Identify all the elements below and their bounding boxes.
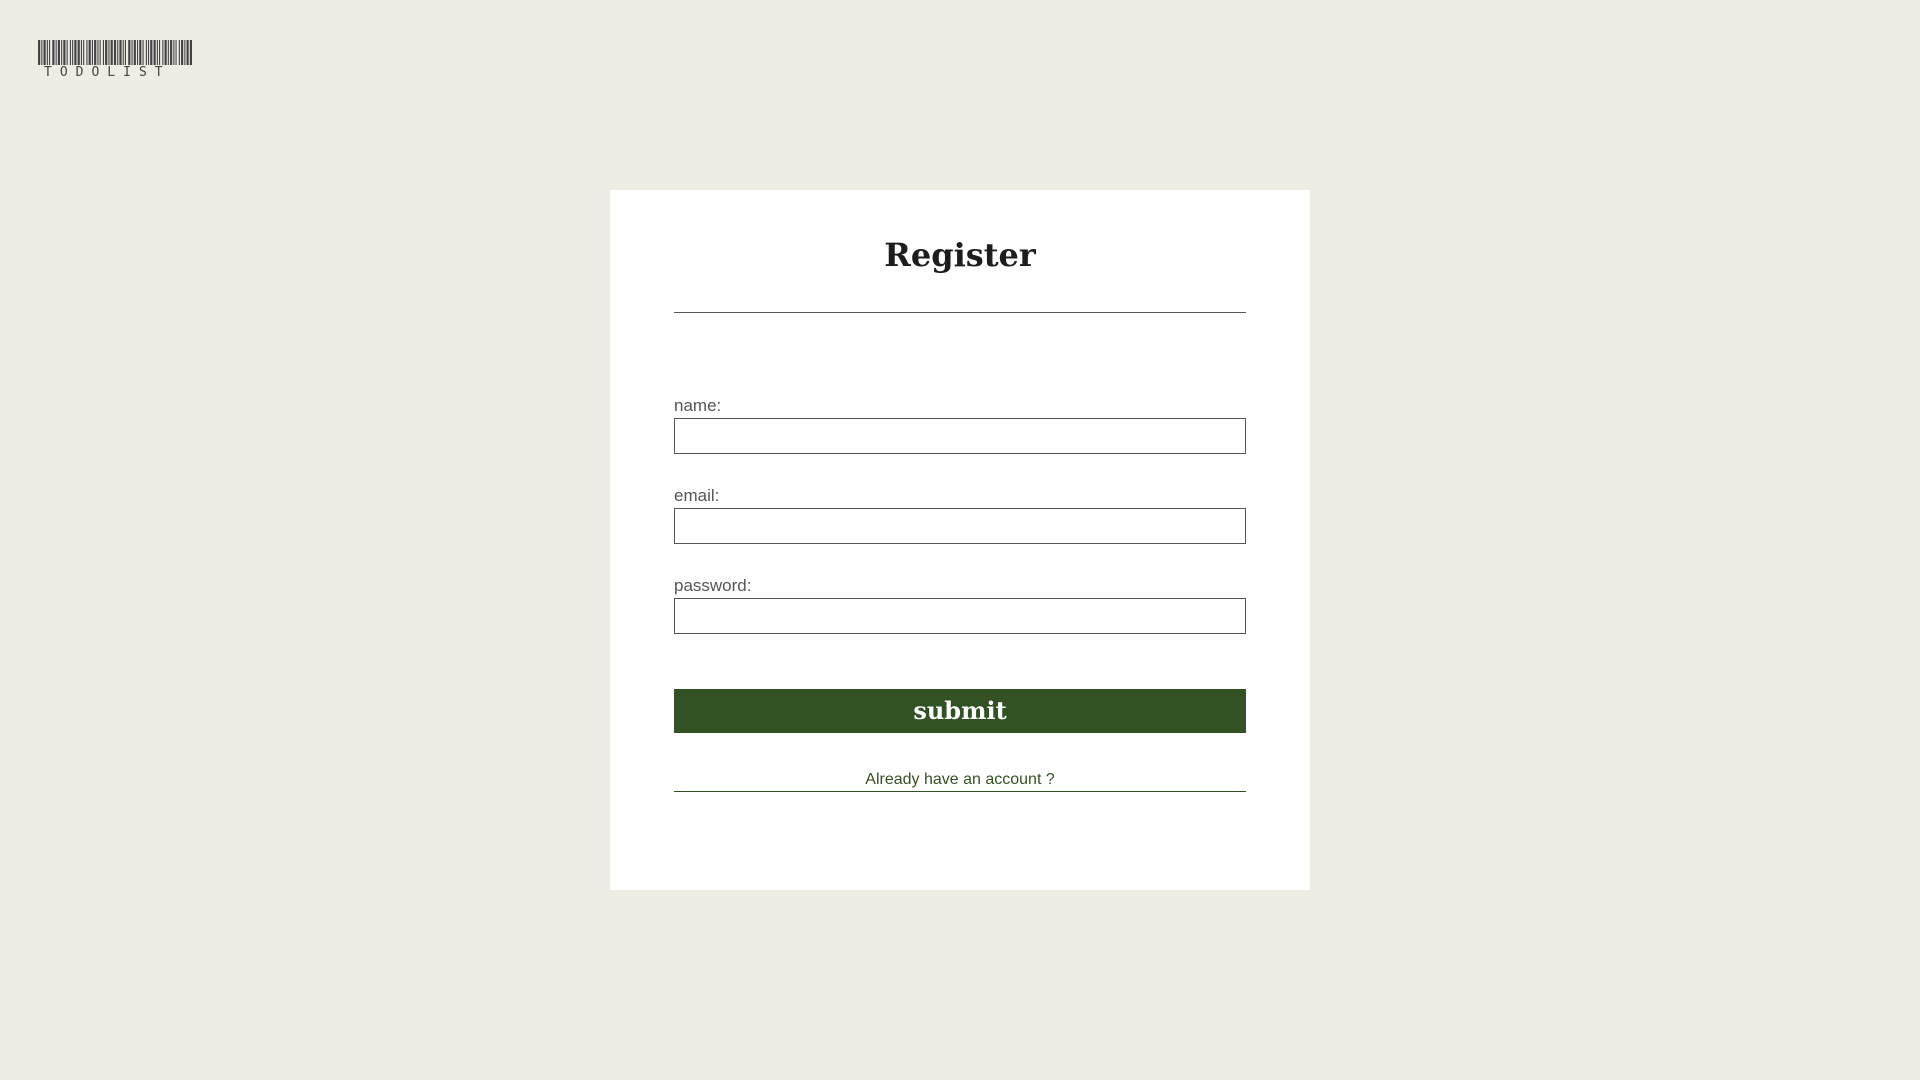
title-divider — [674, 312, 1246, 313]
password-label: password: — [674, 576, 752, 595]
app-logo: TODOLIST — [38, 40, 193, 80]
name-field[interactable] — [674, 418, 1246, 454]
register-card: Register name: email: password: submit A… — [610, 190, 1310, 890]
logo-text: TODOLIST — [44, 65, 171, 80]
barcode-icon — [38, 40, 192, 65]
login-link[interactable]: Already have an account ? — [674, 768, 1246, 792]
page-title: Register — [884, 236, 1036, 274]
name-label: name: — [674, 396, 722, 415]
email-field[interactable] — [674, 508, 1246, 544]
submit-button[interactable]: submit — [674, 689, 1246, 733]
password-field[interactable] — [674, 598, 1246, 634]
email-label: email: — [674, 486, 720, 505]
